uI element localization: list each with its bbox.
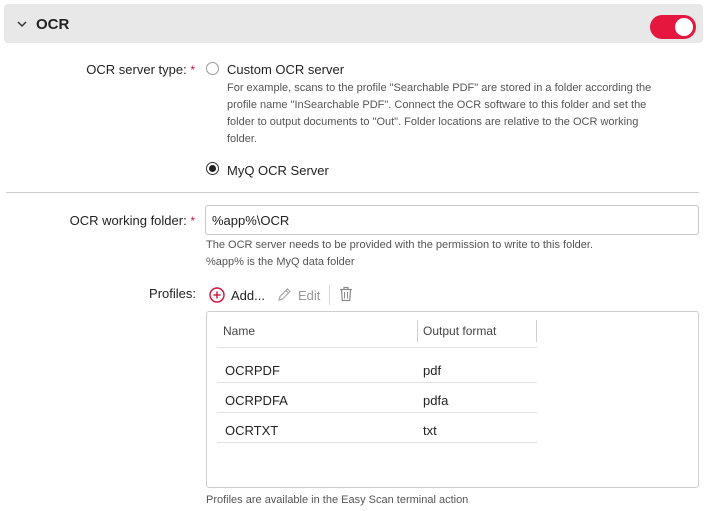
toggle-knob bbox=[675, 18, 693, 36]
trash-icon[interactable] bbox=[339, 286, 353, 302]
radio-custom-ocr-server[interactable] bbox=[206, 62, 219, 75]
section-header[interactable]: OCR bbox=[4, 4, 703, 43]
profile-format-cell: pdf bbox=[423, 363, 442, 378]
custom-ocr-server-label[interactable]: Custom OCR server bbox=[227, 62, 344, 77]
column-header-name[interactable]: Name bbox=[223, 324, 255, 338]
help-line: The OCR server needs to be provided with… bbox=[206, 239, 594, 251]
chevron-down-icon[interactable] bbox=[16, 18, 28, 30]
plus-circle-icon[interactable] bbox=[209, 287, 225, 303]
edit-profile-button[interactable]: Edit bbox=[298, 288, 320, 303]
table-row[interactable]: OCRPDFA pdfa bbox=[217, 386, 537, 413]
section-divider bbox=[6, 192, 699, 193]
working-folder-help: The OCR server needs to be provided with… bbox=[206, 237, 686, 271]
working-folder-input[interactable]: %app%\OCR bbox=[205, 205, 699, 235]
profile-format-cell: pdfa bbox=[423, 393, 449, 408]
help-line: folder. bbox=[227, 133, 257, 145]
help-line: %app% is the MyQ data folder bbox=[206, 256, 355, 268]
profiles-label: Profiles: bbox=[149, 286, 196, 301]
help-line: For example, scans to the profile "Searc… bbox=[227, 82, 652, 94]
column-header-output-format[interactable]: Output format bbox=[423, 324, 496, 338]
help-line: folder to output documents to "Out". Fol… bbox=[227, 116, 639, 128]
row-divider bbox=[217, 442, 537, 443]
profile-name-cell: OCRPDF bbox=[225, 363, 280, 378]
server-type-label-text: OCR server type: bbox=[86, 62, 187, 77]
custom-server-help: For example, scans to the profile "Searc… bbox=[227, 80, 697, 148]
table-row[interactable]: OCRPDF pdf bbox=[217, 356, 537, 383]
working-folder-label-text: OCR working folder: bbox=[69, 213, 187, 228]
table-row[interactable]: OCRTXT txt bbox=[217, 416, 537, 443]
profiles-footer-help: Profiles are available in the Easy Scan … bbox=[206, 494, 469, 506]
column-separator[interactable] bbox=[536, 320, 537, 342]
pencil-icon[interactable] bbox=[277, 287, 292, 302]
myq-ocr-server-label[interactable]: MyQ OCR Server bbox=[227, 163, 329, 178]
toolbar-separator bbox=[329, 285, 330, 305]
profiles-grid[interactable]: Name Output format OCRPDF pdf OCRPDFA pd… bbox=[206, 311, 699, 488]
section-title: OCR bbox=[36, 16, 70, 33]
required-mark: * bbox=[190, 214, 195, 228]
radio-myq-ocr-server[interactable] bbox=[206, 162, 219, 175]
profile-format-cell: txt bbox=[423, 423, 437, 438]
working-folder-label: OCR working folder: * bbox=[40, 213, 195, 228]
profile-name-cell: OCRTXT bbox=[225, 423, 279, 438]
server-type-label: OCR server type: * bbox=[60, 62, 195, 77]
row-divider bbox=[217, 412, 537, 413]
help-line: profile name "InSearchable PDF". Connect… bbox=[227, 99, 647, 111]
required-mark: * bbox=[190, 63, 195, 77]
column-separator[interactable] bbox=[417, 320, 418, 342]
add-profile-button[interactable]: Add... bbox=[231, 288, 265, 303]
profile-name-cell: OCRPDFA bbox=[225, 393, 288, 408]
row-divider bbox=[217, 382, 537, 383]
ocr-enable-toggle[interactable] bbox=[650, 15, 696, 39]
header-underline bbox=[217, 347, 537, 348]
